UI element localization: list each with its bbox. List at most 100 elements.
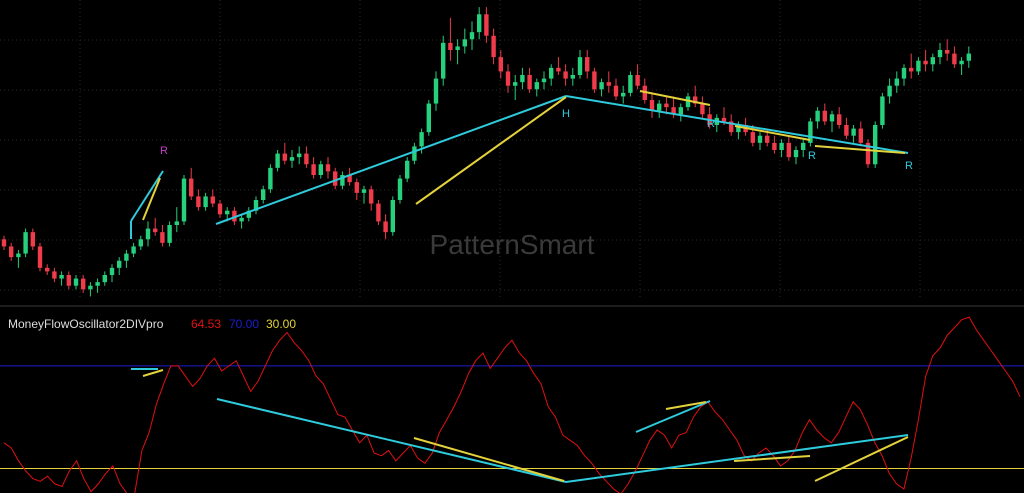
candle-body	[268, 167, 273, 190]
candle-body	[426, 103, 431, 133]
candle-body	[275, 153, 280, 168]
candle-body	[311, 164, 316, 175]
candle-body	[181, 178, 187, 222]
candle-body	[196, 196, 201, 208]
candle-body	[606, 82, 611, 86]
candle-body	[30, 232, 35, 247]
candle-body	[462, 39, 467, 47]
candle-body	[1, 239, 7, 247]
candle-body	[239, 217, 244, 222]
candle-body	[937, 50, 943, 58]
candle-body	[217, 203, 223, 215]
candle	[426, 100, 431, 136]
candle	[181, 175, 187, 225]
candle-body	[678, 107, 683, 115]
candle-body	[822, 110, 827, 122]
candle-body	[901, 67, 907, 79]
candle-body	[628, 75, 633, 93]
candle	[397, 175, 403, 204]
candle-body	[441, 42, 446, 79]
candle-body	[520, 75, 525, 83]
candle-body	[390, 200, 395, 233]
candle-body	[289, 157, 295, 161]
candle	[405, 157, 410, 183]
candle-body	[772, 142, 777, 150]
candle-body	[837, 114, 842, 125]
candle-body	[419, 132, 424, 147]
candle-body	[210, 196, 215, 204]
candle-body	[203, 196, 208, 208]
oscillator-legend: MoneyFlowOscillator2DIVpro 64.53 70.00 3…	[8, 317, 296, 331]
candle	[167, 221, 172, 247]
candle-body	[261, 189, 266, 200]
candle-body	[577, 57, 583, 75]
watermark: PatternSmart	[430, 229, 595, 260]
candle-body	[513, 82, 518, 86]
candle-body	[66, 275, 71, 286]
candle-body	[498, 57, 503, 72]
candle-body	[945, 50, 950, 54]
candle-body	[448, 42, 453, 50]
candle	[268, 164, 273, 193]
chart-canvas: PatternSmart R H R R R MoneyFlowOscillator2D…	[0, 0, 1024, 493]
candle	[865, 139, 871, 168]
candle-body	[16, 253, 21, 258]
candle-body	[549, 67, 554, 79]
candle-body	[189, 178, 194, 197]
candle-body	[959, 60, 964, 65]
candle	[390, 196, 395, 236]
candle-body	[966, 53, 971, 61]
candle-body	[376, 203, 381, 222]
candle-body	[930, 57, 935, 65]
candle	[23, 228, 28, 258]
candle	[880, 92, 885, 129]
candle-body	[887, 85, 892, 97]
candle-body	[873, 125, 878, 165]
pattern-label: R	[808, 150, 816, 162]
candle-body	[894, 78, 899, 86]
candle-body	[541, 78, 547, 83]
candle-body	[138, 239, 143, 247]
candle	[37, 242, 43, 272]
candle-body	[23, 232, 28, 254]
candle	[441, 35, 446, 86]
candle-body	[491, 35, 496, 58]
pattern-label: R	[905, 160, 913, 172]
candle-body	[174, 221, 179, 225]
oscillator-value: 64.53	[191, 317, 221, 331]
candle-body	[95, 282, 100, 286]
candle-body	[81, 278, 86, 290]
candle-body	[117, 260, 122, 268]
candle-body	[829, 114, 835, 122]
candle-body	[354, 182, 359, 193]
candle-body	[88, 285, 93, 290]
candle-body	[131, 246, 136, 254]
candle-body	[433, 78, 439, 104]
candle-body	[779, 142, 784, 150]
candle-body	[109, 267, 115, 275]
candle-body	[585, 57, 590, 72]
candle-body	[484, 14, 489, 36]
candle-body	[923, 60, 928, 65]
pattern-label: H	[562, 108, 570, 120]
candle-body	[844, 125, 849, 136]
candle-body	[793, 150, 799, 158]
candle-body	[505, 71, 511, 86]
candle-body	[52, 271, 57, 279]
upper-level-value: 70.00	[229, 317, 259, 331]
candle-body	[635, 75, 640, 86]
candle-body	[592, 71, 597, 90]
candle-body	[45, 267, 50, 272]
candle-body	[469, 32, 475, 40]
candle-body	[37, 246, 43, 268]
candle-body	[225, 210, 230, 215]
candle-body	[621, 92, 626, 97]
candle-body	[880, 96, 885, 125]
candle-body	[664, 103, 669, 108]
candle-body	[527, 75, 532, 90]
candle	[628, 71, 633, 97]
candle-body	[318, 164, 323, 175]
candle-body	[563, 71, 568, 79]
candle-body	[59, 275, 64, 279]
candle-body	[412, 146, 417, 161]
